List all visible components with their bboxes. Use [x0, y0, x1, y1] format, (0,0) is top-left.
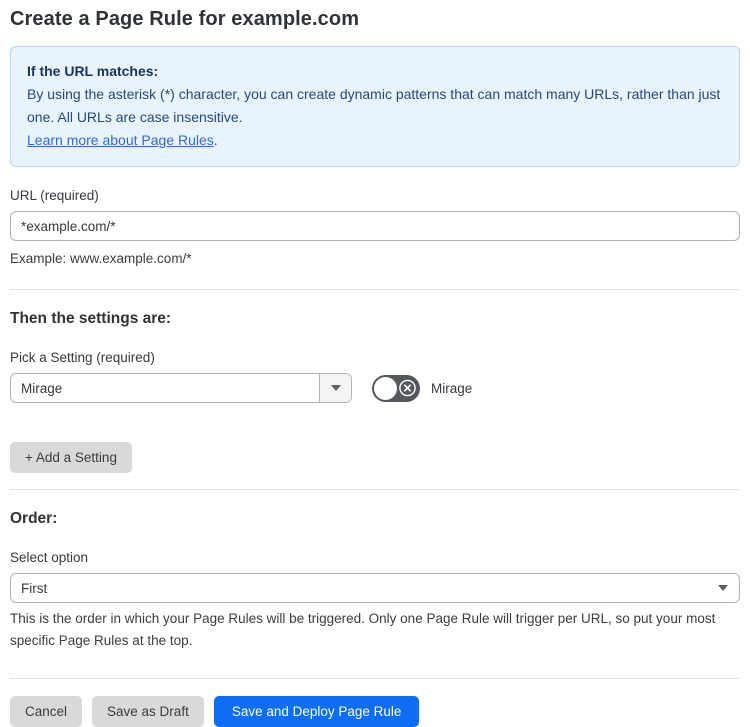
url-match-info-box: If the URL matches: By using the asteris… [10, 46, 740, 167]
learn-more-link[interactable]: Learn more about Page Rules [27, 132, 214, 148]
url-input[interactable] [10, 211, 740, 241]
page-title: Create a Page Rule for example.com [10, 8, 360, 30]
setting-select-value: Mirage [21, 380, 63, 396]
footer-button-row: Cancel Save as Draft Save and Deploy Pag… [10, 696, 740, 727]
info-box-link-line: Learn more about Page Rules. [27, 129, 723, 152]
chevron-down-icon [718, 585, 728, 591]
divider [10, 489, 740, 490]
info-box-body: By using the asterisk (*) character, you… [27, 86, 721, 125]
setting-row: Mirage Mirage [10, 373, 740, 403]
order-select[interactable]: First [10, 573, 740, 603]
setting-select-caret-button[interactable] [319, 374, 351, 402]
setting-select[interactable]: Mirage [10, 373, 352, 403]
toggle-label: Mirage [431, 380, 473, 396]
url-example-helper: Example: www.example.com/* [10, 251, 192, 266]
link-suffix: . [213, 132, 218, 148]
url-field-label: URL (required) [10, 188, 99, 203]
toggle-off-x-icon [399, 379, 416, 397]
info-box-heading: If the URL matches: [27, 63, 159, 79]
select-option-label: Select option [10, 550, 89, 565]
save-as-draft-button[interactable]: Save as Draft [92, 696, 204, 727]
toggle-knob [374, 376, 397, 400]
mirage-toggle[interactable] [372, 374, 420, 402]
order-helper-text: This is the order in which your Page Rul… [10, 611, 716, 648]
settings-section-heading: Then the settings are: [10, 310, 172, 327]
divider [10, 678, 740, 679]
cancel-button[interactable]: Cancel [10, 696, 83, 727]
pick-setting-label: Pick a Setting (required) [10, 350, 155, 365]
divider [10, 289, 740, 290]
save-and-deploy-button[interactable]: Save and Deploy Page Rule [213, 696, 420, 727]
order-select-value: First [21, 580, 48, 596]
chevron-down-icon [330, 385, 341, 391]
order-section-heading: Order: [10, 510, 58, 527]
add-setting-button[interactable]: + Add a Setting [10, 442, 132, 473]
